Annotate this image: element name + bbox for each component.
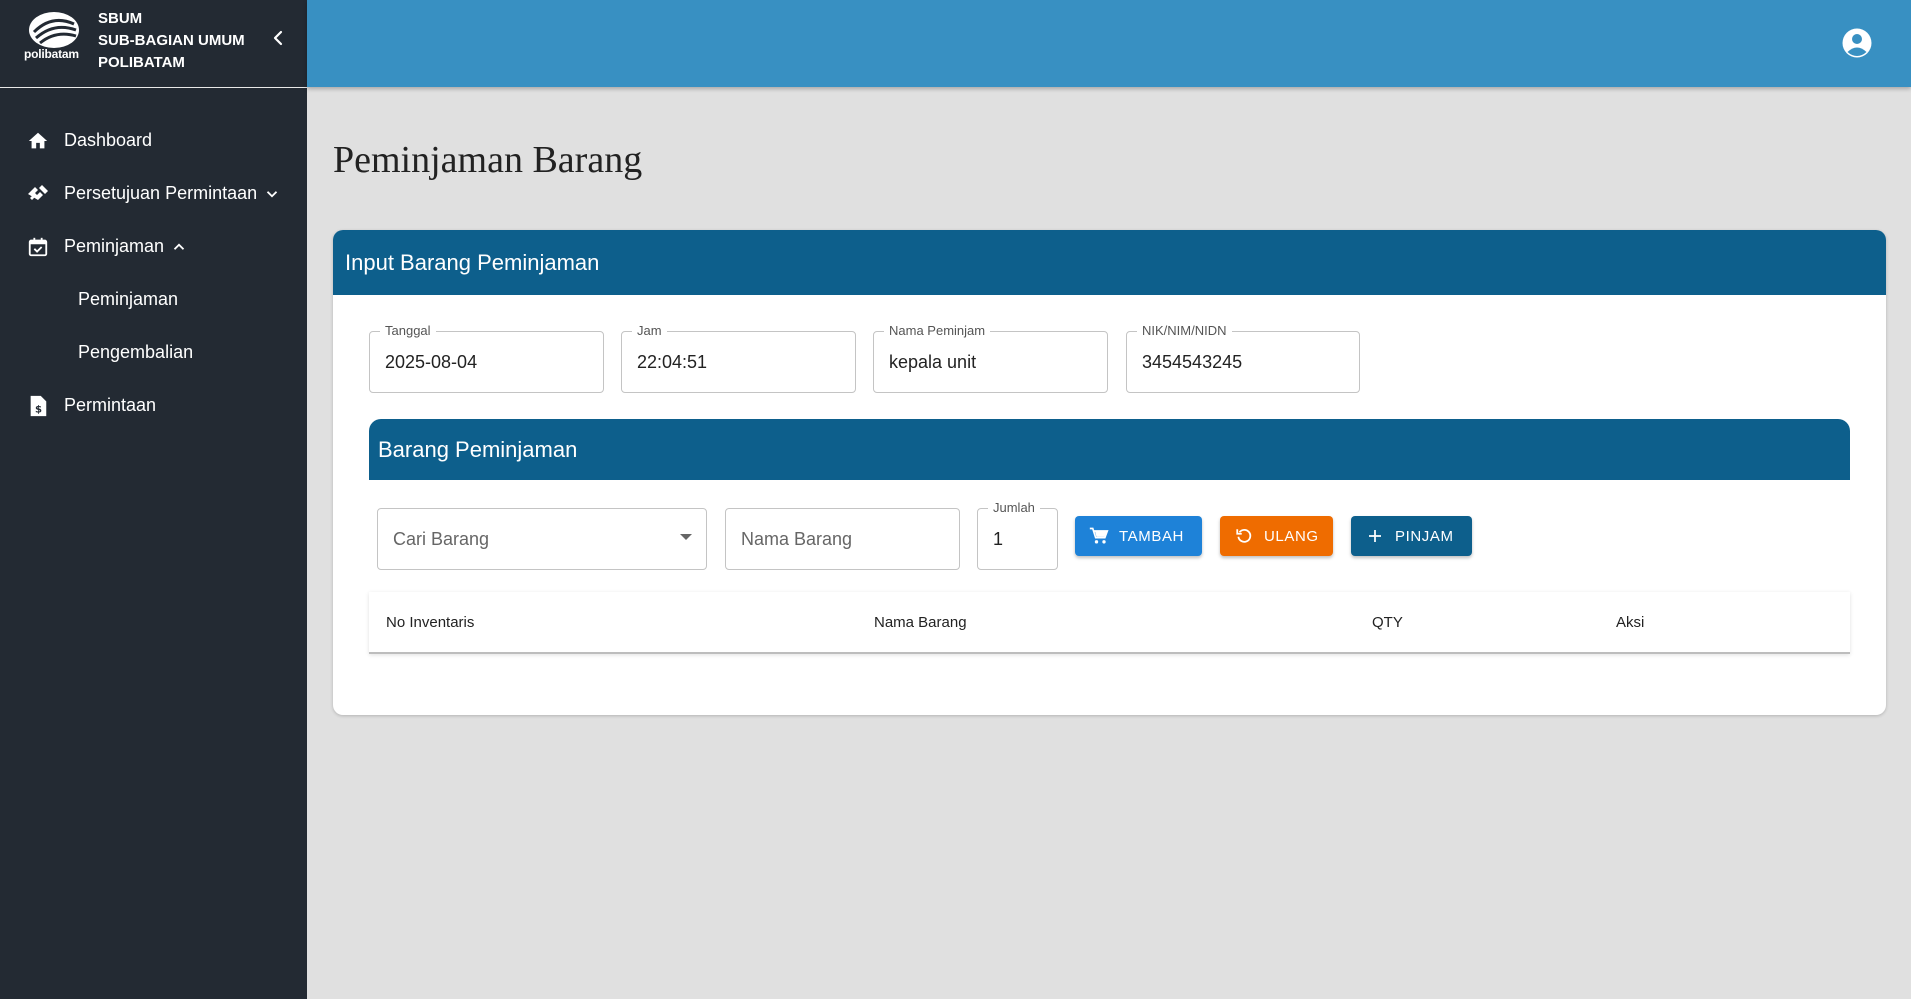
nama-peminjam-field[interactable]: Nama Peminjam kepala unit: [873, 323, 1108, 393]
jumlah-value: 1: [993, 529, 1004, 549]
tanggal-value: 2025-08-04: [385, 352, 478, 372]
top-app-bar: [307, 0, 1911, 87]
account-circle-icon[interactable]: [1841, 27, 1873, 59]
column-nama-barang: Nama Barang: [874, 614, 967, 631]
card-title: Input Barang Peminjaman: [333, 230, 1886, 295]
sidebar-brand: polibatam SBUM SUB-BAGIAN UMUM POLIBATAM: [0, 0, 307, 88]
nama-peminjam-value: kepala unit: [889, 352, 977, 372]
sidebar-item-label: Persetujuan Permintaan: [64, 183, 258, 203]
jumlah-input[interactable]: Jumlah 1: [977, 500, 1058, 570]
column-no-inventaris: No Inventaris: [386, 614, 475, 631]
cart-icon: [1089, 526, 1109, 546]
nik-value: 3454543245: [1142, 352, 1243, 372]
jam-field[interactable]: Jam 22:04:51: [621, 323, 856, 393]
page-title: Peminjaman Barang: [333, 139, 643, 181]
logo-text: polibatam: [24, 47, 79, 61]
sidebar-item-label: Permintaan: [64, 395, 157, 415]
chevron-left-icon[interactable]: [266, 26, 290, 50]
sidebar-nav: Dashboard Persetujuan Permintaan Peminja…: [0, 114, 307, 432]
home-icon: [26, 129, 50, 153]
sidebar-item-label: Peminjaman: [64, 236, 165, 256]
dropdown-arrow-icon: [680, 534, 692, 540]
sidebar-item-dashboard[interactable]: Dashboard: [0, 114, 307, 167]
tanggal-label: Tanggal: [380, 323, 436, 338]
sidebar-item-peminjaman[interactable]: Peminjaman: [0, 220, 307, 273]
sidebar-subitem-peminjaman[interactable]: Peminjaman: [0, 273, 307, 326]
section-title: Barang Peminjaman: [369, 419, 1850, 480]
cari-barang-placeholder: Cari Barang: [393, 529, 490, 549]
sidebar-subitem-pengembalian[interactable]: Pengembalian: [0, 326, 307, 379]
nik-label: NIK/NIM/NIDN: [1137, 323, 1232, 338]
table-header: No Inventaris Nama Barang QTY Aksi: [369, 592, 1850, 654]
tanggal-field[interactable]: Tanggal 2025-08-04: [369, 323, 604, 393]
nama-peminjam-label: Nama Peminjam: [884, 323, 991, 338]
refresh-icon: [1234, 526, 1254, 546]
tambah-button[interactable]: TAMBAH: [1075, 516, 1202, 556]
column-aksi: Aksi: [1616, 614, 1645, 631]
chevron-up-icon: [173, 242, 185, 250]
sidebar-item-permintaan[interactable]: $ Permintaan: [0, 379, 307, 432]
plus-icon: [1365, 526, 1385, 546]
pinjam-label: PINJAM: [1395, 527, 1454, 545]
jam-label: Jam: [632, 323, 667, 338]
sidebar-item-persetujuan-permintaan[interactable]: Persetujuan Permintaan: [0, 167, 307, 220]
tambah-label: TAMBAH: [1119, 527, 1184, 545]
pinjam-button[interactable]: PINJAM: [1351, 516, 1472, 556]
nama-barang-placeholder: Nama Barang: [741, 529, 853, 549]
brand-title: SBUM SUB-BAGIAN UMUM POLIBATAM: [98, 8, 245, 74]
brand-line-2: SUB-BAGIAN UMUM: [98, 32, 245, 49]
svg-text:$: $: [35, 404, 42, 415]
ulang-label: ULANG: [1264, 527, 1319, 545]
brand-line-1: SBUM: [98, 10, 143, 27]
cari-barang-select[interactable]: Cari Barang: [377, 508, 707, 570]
chevron-down-icon: [266, 190, 278, 198]
sidebar-item-label: Dashboard: [64, 130, 153, 150]
calendar-check-icon: [26, 235, 50, 259]
jumlah-label: Jumlah: [988, 500, 1040, 515]
nik-field[interactable]: NIK/NIM/NIDN 3454543245: [1126, 323, 1360, 393]
column-qty: QTY: [1372, 614, 1403, 631]
sidebar: polibatam SBUM SUB-BAGIAN UMUM POLIBATAM…: [0, 0, 307, 999]
nama-barang-input[interactable]: Nama Barang: [725, 508, 960, 570]
jam-value: 22:04:51: [637, 352, 708, 372]
ulang-button[interactable]: ULANG: [1220, 516, 1333, 556]
input-card: Input Barang Peminjaman Tanggal 2025-08-…: [333, 230, 1886, 715]
handshake-icon: [26, 182, 50, 206]
document-money-icon: $: [26, 394, 50, 418]
brand-line-3: POLIBATAM: [98, 54, 185, 71]
